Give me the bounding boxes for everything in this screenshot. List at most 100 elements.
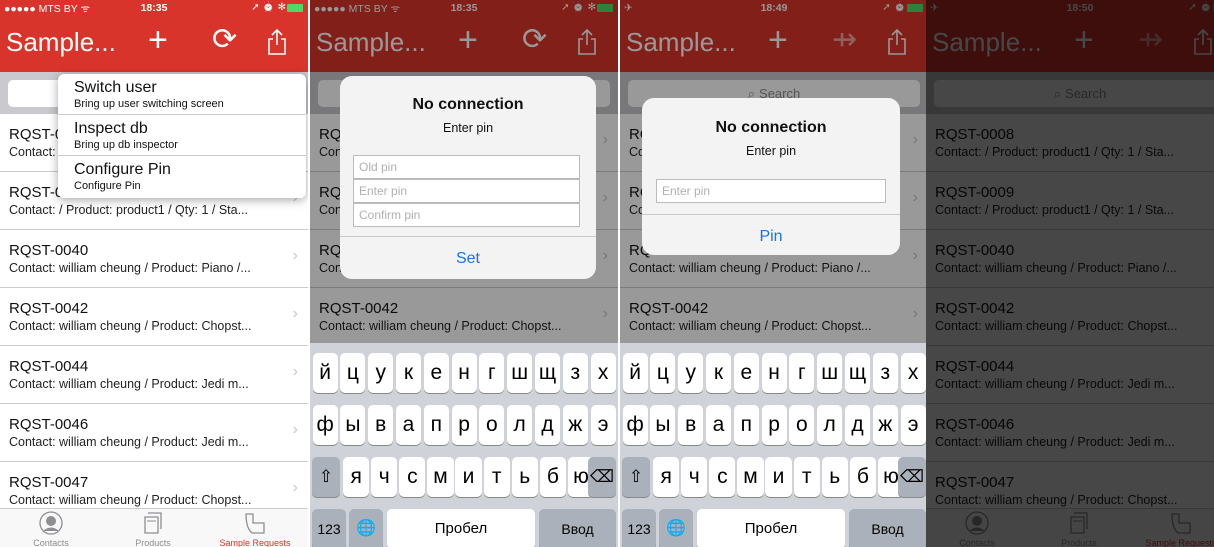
pin-button[interactable]: Pin [642, 228, 900, 246]
key-24[interactable]: ч [681, 457, 708, 497]
key-29[interactable]: ь [821, 457, 848, 497]
key-5[interactable]: е [423, 353, 449, 393]
key-15[interactable]: а [705, 405, 732, 445]
key-2[interactable]: ц [650, 353, 676, 393]
key-7[interactable]: г [789, 353, 815, 393]
request-id: RQST-0044 [9, 358, 89, 375]
key-29[interactable]: ь [511, 457, 538, 497]
key-21[interactable]: ж [562, 405, 588, 445]
key-9[interactable]: щ [844, 353, 871, 393]
key-20[interactable]: д [534, 405, 561, 445]
key-2[interactable]: ц [340, 353, 366, 393]
key-11[interactable]: х [590, 353, 616, 393]
set-button[interactable]: Set [340, 250, 596, 268]
confirm-pin-field[interactable]: Confirm pin [353, 203, 580, 227]
key-10[interactable]: з [872, 353, 898, 393]
list-item[interactable]: RQST-0040 Contact: william cheung / Produ… [0, 230, 308, 288]
globe-icon[interactable]: 🌐 [659, 509, 693, 547]
sample-requests-icon [240, 510, 270, 536]
space-key[interactable]: Пробел [387, 509, 535, 547]
key-16[interactable]: п [733, 405, 759, 445]
key-22[interactable]: э [590, 405, 616, 445]
key-5[interactable]: е [733, 353, 759, 393]
key-13[interactable]: ы [650, 405, 676, 445]
key-12[interactable]: ф [622, 405, 648, 445]
key-30[interactable]: б [539, 457, 566, 497]
key-9[interactable]: щ [534, 353, 561, 393]
key-3[interactable]: у [368, 353, 394, 393]
key-1[interactable]: й [312, 353, 338, 393]
key-3[interactable]: у [678, 353, 704, 393]
key-23[interactable]: я [343, 457, 370, 497]
key-22[interactable]: э [900, 405, 926, 445]
key-27[interactable]: и [765, 457, 792, 497]
key-20[interactable]: д [844, 405, 871, 445]
shift-key[interactable]: ⇧ [622, 457, 650, 497]
key-14[interactable]: в [368, 405, 394, 445]
key-18[interactable]: о [789, 405, 815, 445]
key-17[interactable]: р [761, 405, 787, 445]
delete-key[interactable]: ⌫ [588, 457, 616, 497]
key-7[interactable]: г [479, 353, 505, 393]
tab-products[interactable]: Products [102, 509, 204, 547]
tab-sample-requests[interactable]: Sample Requests [204, 509, 306, 547]
key-8[interactable]: ш [507, 353, 533, 393]
globe-icon[interactable]: 🌐 [349, 509, 383, 547]
key-6[interactable]: н [761, 353, 787, 393]
key-28[interactable]: т [793, 457, 820, 497]
list-item[interactable]: RQST-0042 Contact: william cheung / Produ… [0, 288, 308, 346]
return-key[interactable]: Ввод [539, 509, 616, 547]
key-1[interactable]: й [622, 353, 648, 393]
key-10[interactable]: з [562, 353, 588, 393]
request-summary: Contact: william cheung / Product: Chops… [9, 493, 252, 507]
key-13[interactable]: ы [340, 405, 366, 445]
key-11[interactable]: х [900, 353, 926, 393]
key-15[interactable]: а [395, 405, 422, 445]
keyboard: й ц у к е н г ш щ з х ф ы в а п р о л д ж э ⇧ я ч с м и т ь б ю ⌫ 123 🌐 Про… [620, 343, 928, 547]
request-id: RQST-0042 [9, 300, 89, 317]
menu-item-inspect-db[interactable]: Inspect db Bring up db inspector [58, 115, 306, 156]
tab-contacts[interactable]: Contacts [0, 509, 102, 547]
plus-icon[interactable]: + [148, 21, 168, 59]
navigation-bar: Sample... + ⟳ [0, 16, 308, 72]
key-18[interactable]: о [479, 405, 505, 445]
key-16[interactable]: п [423, 405, 449, 445]
pin-field[interactable]: Enter pin [656, 179, 886, 203]
key-4[interactable]: к [705, 353, 732, 393]
menu-item-switch-user[interactable]: Switch user Bring up user switching scree… [58, 74, 306, 115]
numbers-key[interactable]: 123 [312, 509, 346, 547]
popup-menu: Switch user Bring up user switching scree… [58, 74, 306, 198]
key-6[interactable]: н [451, 353, 477, 393]
key-12[interactable]: ф [312, 405, 338, 445]
key-19[interactable]: л [817, 405, 843, 445]
key-8[interactable]: ш [817, 353, 843, 393]
return-key[interactable]: Ввод [849, 509, 926, 547]
sync-icon[interactable]: ⟳ [212, 23, 237, 57]
share-icon[interactable] [266, 28, 296, 60]
key-17[interactable]: р [451, 405, 477, 445]
key-24[interactable]: ч [371, 457, 398, 497]
key-19[interactable]: л [507, 405, 533, 445]
key-27[interactable]: и [455, 457, 482, 497]
old-pin-field[interactable]: Old pin [353, 155, 580, 179]
list-item[interactable]: RQST-0046 Contact: william cheung / Produ… [0, 404, 308, 462]
list-item[interactable]: RQST-0044 Contact: william cheung / Produ… [0, 346, 308, 404]
key-26[interactable]: м [737, 457, 764, 497]
key-30[interactable]: б [849, 457, 876, 497]
list-item[interactable]: RQST-0047 Contact: william cheung / Produ… [0, 462, 308, 508]
shift-key[interactable]: ⇧ [312, 457, 340, 497]
numbers-key[interactable]: 123 [622, 509, 656, 547]
space-key[interactable]: Пробел [697, 509, 845, 547]
delete-key[interactable]: ⌫ [898, 457, 926, 497]
menu-item-configure-pin[interactable]: Configure Pin Configure Pin [58, 156, 306, 197]
key-26[interactable]: м [427, 457, 454, 497]
key-14[interactable]: в [678, 405, 704, 445]
key-4[interactable]: к [395, 353, 422, 393]
key-25[interactable]: с [399, 457, 426, 497]
key-25[interactable]: с [709, 457, 736, 497]
dialog-divider [642, 214, 900, 215]
key-21[interactable]: ж [872, 405, 898, 445]
key-28[interactable]: т [483, 457, 510, 497]
key-23[interactable]: я [653, 457, 680, 497]
enter-pin-field[interactable]: Enter pin [353, 179, 580, 203]
